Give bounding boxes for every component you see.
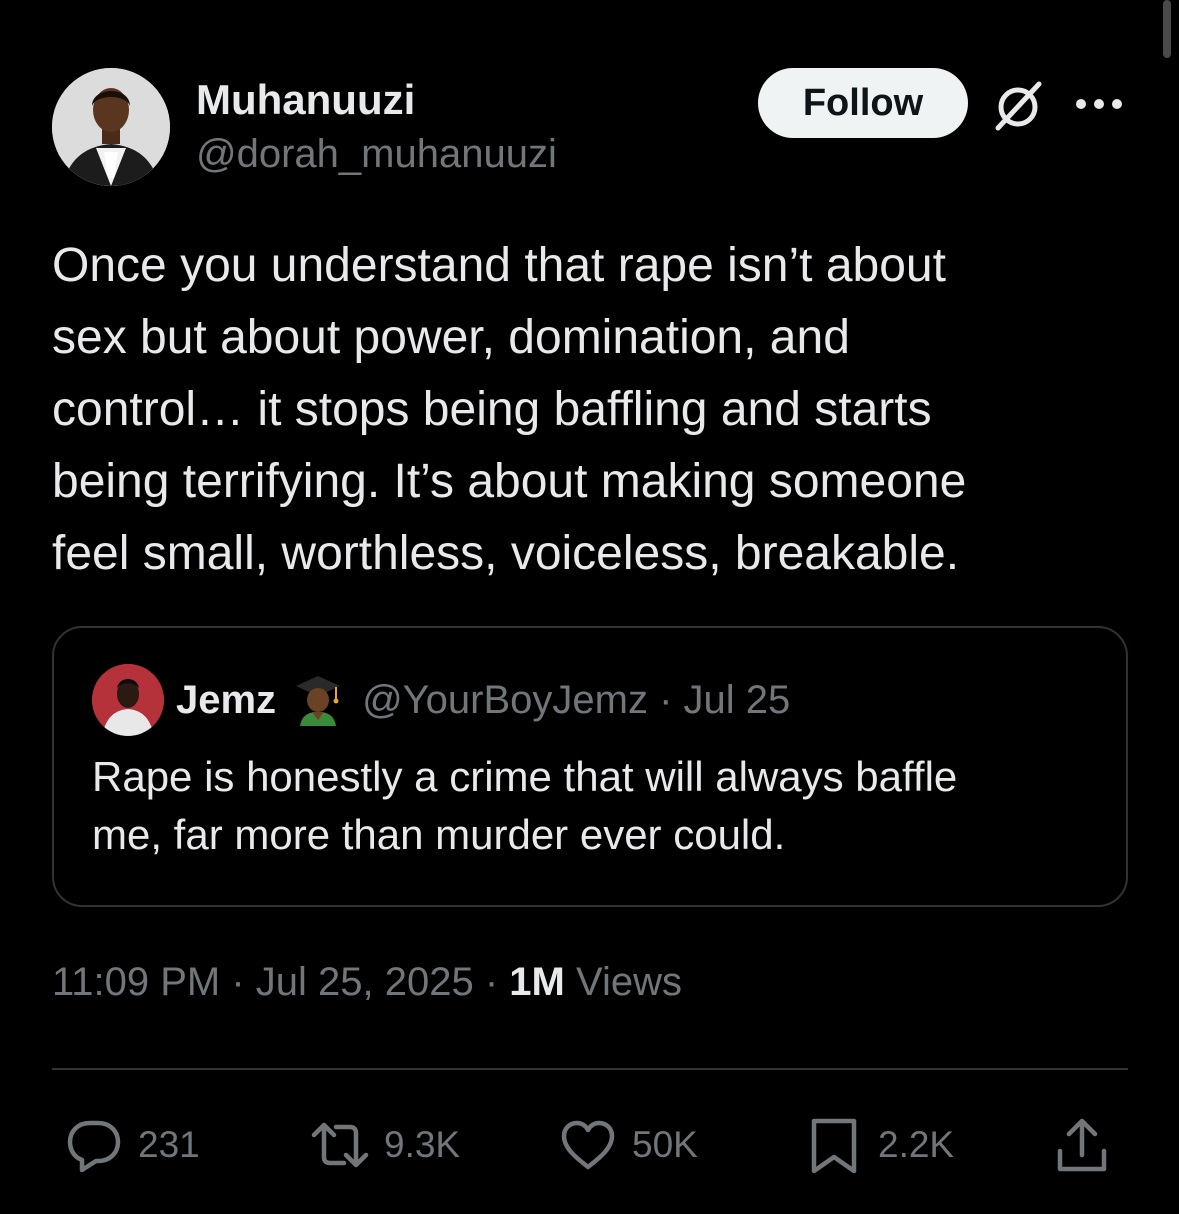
views-label: Views (564, 960, 682, 1004)
bookmark-icon (811, 1118, 857, 1174)
quoted-display-name[interactable]: Jemz (176, 678, 276, 723)
graduate-emoji (296, 676, 341, 726)
divider (52, 1068, 1128, 1070)
more-icon[interactable] (1074, 94, 1124, 114)
tweet-text: Once you understand that rape isn’t abou… (52, 239, 967, 580)
tweet-meta: 11:09 PM · Jul 25, 2025 · 1M Views (52, 960, 682, 1005)
tweet-timestamp[interactable]: 11:09 PM · Jul 25, 2025 · (52, 960, 509, 1004)
action-bar: 231 9.3K 50K 2.2K (52, 1110, 1128, 1180)
share-icon (1057, 1118, 1107, 1172)
heart-icon (561, 1120, 615, 1170)
repost-icon (311, 1122, 369, 1168)
quoted-tweet[interactable]: Jemz @YourBoyJemz · Jul 25 Rape is hones… (52, 626, 1128, 907)
quoted-avatar[interactable] (92, 664, 164, 736)
follow-button[interactable]: Follow (758, 68, 968, 138)
reply-count: 231 (138, 1124, 200, 1165)
repost-count: 9.3K (384, 1124, 461, 1165)
bookmark-count: 2.2K (878, 1124, 955, 1165)
like-button[interactable]: 50K (558, 1110, 698, 1180)
quoted-handle-date[interactable]: @YourBoyJemz · Jul 25 (362, 678, 790, 723)
quoted-text: Rape is honestly a crime that will alway… (92, 753, 958, 858)
views-count: 1M (509, 960, 565, 1004)
bookmark-button[interactable]: 2.2K (804, 1110, 954, 1180)
tweet-header: Muhanuuzi @dorah_muhanuuzi Follow (52, 68, 1127, 188)
avatar[interactable] (52, 68, 170, 186)
share-button[interactable] (1052, 1110, 1112, 1180)
reply-icon (67, 1120, 121, 1173)
grok-icon[interactable] (992, 80, 1044, 132)
author-display-name[interactable]: Muhanuuzi (196, 74, 557, 126)
like-count: 50K (632, 1124, 698, 1165)
author-handle[interactable]: @dorah_muhanuuzi (196, 126, 557, 182)
scrollbar[interactable] (1163, 0, 1171, 58)
repost-button[interactable]: 9.3K (310, 1110, 460, 1180)
reply-button[interactable]: 231 (64, 1110, 200, 1180)
